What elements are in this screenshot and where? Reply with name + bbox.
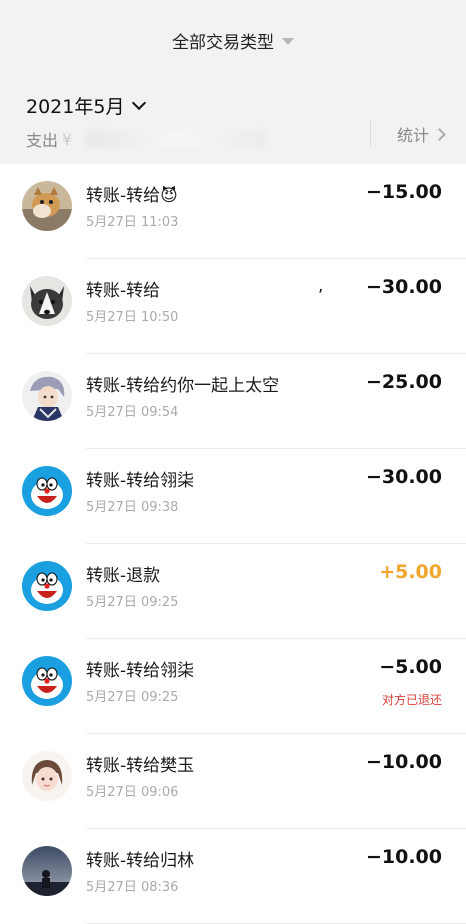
stats-label: 统计	[396, 126, 429, 145]
transaction-row[interactable]: 转账-转给翎柒 5月27日 09:38 −30.00	[0, 449, 466, 544]
divider	[370, 120, 371, 146]
month-label: 2021年5月	[26, 96, 125, 118]
avatar-husky	[22, 276, 72, 326]
avatar-girl	[22, 751, 72, 801]
transaction-time: 5月27日 09:38	[86, 500, 179, 515]
transaction-title: 转账-退款	[86, 566, 161, 586]
transaction-row[interactable]: 转账-转给😈 5月27日 11:03 −15.00	[0, 164, 466, 259]
chevron-down-icon	[132, 95, 147, 111]
transaction-list: 转账-转给😈 5月27日 11:03 −15.00 转账-转给 , 5月27日 …	[0, 164, 466, 924]
spend-amount-blurred	[86, 130, 267, 148]
transaction-time: 5月27日 09:06	[86, 785, 179, 800]
caret-down-icon	[282, 38, 294, 45]
transaction-amount: −10.00	[365, 751, 442, 773]
transaction-type-filter[interactable]: 全部交易类型	[172, 28, 294, 53]
avatar-anime	[22, 371, 72, 421]
transaction-title: 转账-转给樊玉	[86, 756, 195, 776]
transaction-row[interactable]: 转账-转给约你一起上太空 5月27日 09:54 −25.00	[0, 354, 466, 449]
transaction-title: 转账-转给归林	[86, 851, 195, 871]
transaction-title: 转账-转给	[86, 281, 161, 301]
transaction-time: 5月27日 08:36	[86, 880, 179, 895]
transaction-title: 转账-转给约你一起上太空	[86, 376, 280, 396]
transaction-row[interactable]: 转账-转给归林 5月27日 08:36 −10.00	[0, 829, 466, 924]
transaction-amount: −5.00	[379, 656, 442, 678]
transaction-time: 5月27日 09:25	[86, 595, 179, 610]
transaction-row[interactable]: 转账-退款 5月27日 09:25 +5.00	[0, 544, 466, 639]
title-extra: ,	[318, 276, 324, 296]
transaction-amount: +5.00	[379, 561, 442, 583]
month-summary: 2021年5月 支出 ¥ 统计	[0, 82, 466, 164]
spend-currency: ¥	[62, 129, 73, 149]
transaction-time: 5月27日 09:25	[86, 690, 179, 705]
avatar-doraemon	[22, 561, 72, 611]
spend-total: 支出 ¥	[26, 127, 267, 151]
transaction-title: 转账-转给翎柒	[86, 661, 195, 681]
avatar-dog	[22, 181, 72, 231]
spend-label: 支出	[26, 131, 59, 150]
month-selector[interactable]: 2021年5月	[26, 92, 147, 119]
avatar-silhouette	[22, 846, 72, 896]
transaction-time: 5月27日 10:50	[86, 310, 179, 325]
filter-label: 全部交易类型	[172, 33, 274, 53]
transaction-row[interactable]: 转账-转给 , 5月27日 10:50 −30.00	[0, 259, 466, 354]
transaction-amount: −10.00	[365, 846, 442, 868]
transaction-amount: −30.00	[365, 466, 442, 488]
avatar-doraemon	[22, 656, 72, 706]
transaction-row[interactable]: 转账-转给樊玉 5月27日 09:06 −10.00	[0, 734, 466, 829]
transaction-amount: −15.00	[365, 181, 442, 203]
transaction-amount: −25.00	[365, 371, 442, 393]
refund-status: 对方已退还	[381, 693, 442, 707]
transaction-time: 5月27日 11:03	[86, 215, 179, 230]
transaction-title: 转账-转给😈	[86, 186, 178, 206]
transaction-title: 转账-转给翎柒	[86, 471, 195, 491]
top-bar: 全部交易类型	[0, 0, 466, 82]
transaction-amount: −30.00	[365, 276, 442, 298]
transaction-row[interactable]: 转账-转给翎柒 5月27日 09:25 −5.00 对方已退还	[0, 639, 466, 734]
statistics-link[interactable]: 统计	[396, 122, 446, 146]
avatar-doraemon	[22, 466, 72, 516]
chevron-right-icon	[433, 127, 446, 141]
transaction-time: 5月27日 09:54	[86, 405, 179, 420]
